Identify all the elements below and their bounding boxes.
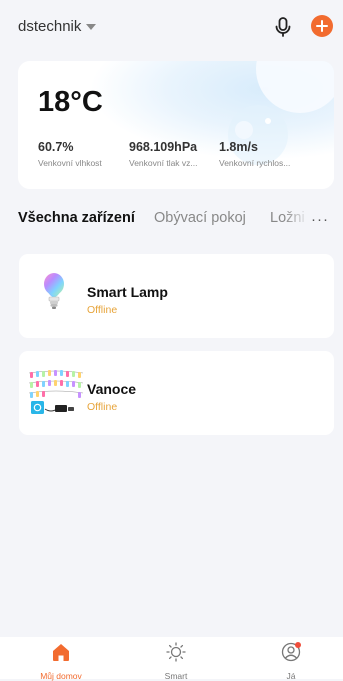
- home-name: dstechnik: [18, 18, 82, 35]
- more-icon[interactable]: ···: [311, 211, 329, 228]
- pressure-label: Venkovní tlak vz...: [129, 158, 198, 168]
- wind-value: 1.8m/s: [219, 140, 258, 154]
- nav-label: Smart: [164, 671, 188, 681]
- weather-background: [18, 61, 334, 189]
- humidity-value: 60.7%: [38, 140, 74, 154]
- light-strip-icon: [28, 370, 84, 414]
- chevron-down-icon: [86, 24, 97, 30]
- nav-label: Já: [286, 671, 296, 681]
- temperature: 18°C: [38, 86, 103, 118]
- home-icon: [53, 644, 69, 661]
- microphone-icon[interactable]: [272, 16, 294, 38]
- sun-icon: [166, 642, 186, 662]
- device-status: Offline: [87, 304, 118, 316]
- device-name: Vanoce: [87, 381, 137, 397]
- device-card-vanoce[interactable]: Vanoce Offline: [19, 351, 334, 435]
- nav-my-home[interactable]: Můj domov: [31, 641, 91, 681]
- weather-card[interactable]: 18°C 60.7% Venkovní vlhkost 968.109hPa V…: [18, 61, 334, 189]
- bottom-navigation: Můj domov Smart Já: [0, 637, 343, 681]
- humidity-stat: 60.7% Venkovní vlhkost: [38, 140, 102, 168]
- tab-all-devices[interactable]: Všechna zařízení: [18, 210, 135, 226]
- pressure-stat: 968.109hPa Venkovní tlak vz...: [129, 140, 198, 168]
- tab-living-room[interactable]: Obývací pokoj: [154, 210, 246, 226]
- device-status: Offline: [87, 401, 118, 413]
- profile-icon: [281, 642, 301, 662]
- plus-circle-icon: [316, 20, 328, 32]
- device-card-smart-lamp[interactable]: Smart Lamp Offline: [19, 254, 334, 338]
- humidity-label: Venkovní vlhkost: [38, 158, 102, 168]
- wind-label: Venkovní rychlos...: [219, 158, 291, 168]
- nav-me[interactable]: Já: [261, 641, 321, 681]
- nav-label: Můj domov: [40, 671, 82, 681]
- top-bar: dstechnik: [0, 0, 343, 48]
- pressure-value: 968.109hPa: [129, 140, 198, 154]
- nav-smart[interactable]: Smart: [146, 641, 206, 681]
- device-name: Smart Lamp: [87, 284, 168, 300]
- smart-bulb-icon: [44, 273, 64, 309]
- tabs-fade: [284, 210, 314, 232]
- notification-dot: [295, 642, 301, 648]
- wind-stat: 1.8m/s Venkovní rychlos...: [219, 140, 290, 168]
- add-device-button[interactable]: [311, 15, 333, 37]
- room-tabs: Všechna zařízení Obývací pokoj Ložni ···: [18, 210, 334, 232]
- home-selector[interactable]: dstechnik: [18, 18, 97, 35]
